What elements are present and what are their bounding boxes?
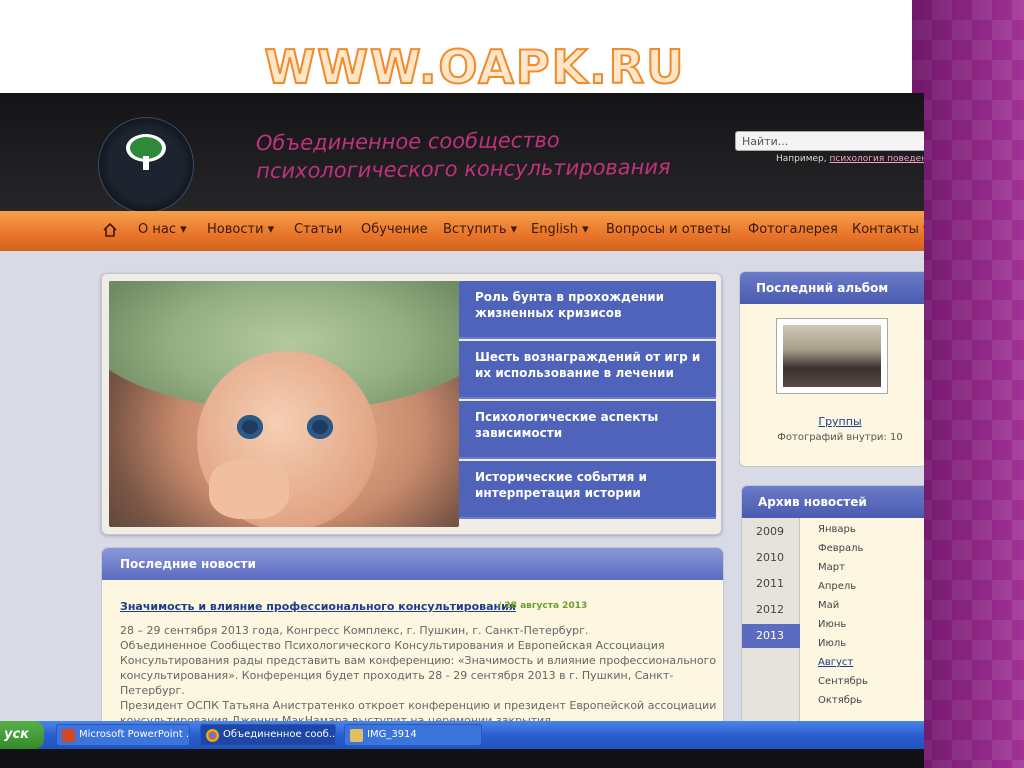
left-eye-shape <box>237 415 263 439</box>
slider-item[interactable]: Роль бунта в прохождении жизненных кризи… <box>459 281 716 339</box>
slider-titles: Роль бунта в прохождении жизненных кризи… <box>459 281 716 521</box>
monitor-bezel <box>0 749 924 768</box>
right-eye-shape <box>307 415 333 439</box>
slider-item[interactable]: Шесть вознаграждений от игр и их использ… <box>459 341 716 399</box>
photographed-screen: Объединенное сообщество психологического… <box>0 93 924 768</box>
page-content: Роль бунта в прохождении жизненных кризи… <box>0 251 924 737</box>
news-line: Консультирования рады представить вам ко… <box>120 654 717 667</box>
menu-item-contacts[interactable]: Контакты ▾ <box>852 222 924 237</box>
album-link[interactable]: Группы <box>740 415 924 428</box>
archive-year-active[interactable]: 2013 <box>742 624 800 648</box>
home-icon[interactable] <box>102 222 118 238</box>
slider-item[interactable]: Психологические аспекты зависимости <box>459 401 716 459</box>
news-archive-heading: Архив новостей <box>742 486 924 518</box>
news-line: Президент ОСПК Татьяна Анистратенко откр… <box>120 699 717 712</box>
site-title-line-1: Объединенное сообщество <box>255 127 560 156</box>
album-thumbnail[interactable] <box>776 318 888 394</box>
news-line: 28 – 29 сентября 2013 года, Конгресс Ком… <box>120 624 589 637</box>
taskbar-powerpoint[interactable]: Microsoft PowerPoint ... <box>56 724 190 746</box>
news-line: консультирования». Конференция будет про… <box>120 669 674 682</box>
archive-month-active[interactable]: Август <box>818 657 853 668</box>
powerpoint-icon <box>62 729 75 742</box>
menu-item-faq[interactable]: Вопросы и ответы <box>606 222 731 237</box>
taskbar-browser[interactable]: Объединенное сооб... <box>200 724 336 746</box>
site-header: Объединенное сообщество психологического… <box>0 93 924 213</box>
task-label: Объединенное сооб... <box>223 729 336 740</box>
archive-year[interactable]: 2012 <box>742 598 800 622</box>
baby-photo[interactable] <box>109 281 459 527</box>
task-label: Microsoft PowerPoint ... <box>79 729 190 740</box>
slide-title: WWW.OAPK.RU <box>263 39 686 95</box>
menu-item-join[interactable]: Вступить ▾ <box>443 222 517 237</box>
site-title-line-2: психологического консультирования <box>256 154 671 184</box>
archive-year[interactable]: 2010 <box>742 546 800 570</box>
latest-album-heading: Последний альбом <box>740 272 924 304</box>
menu-item-education[interactable]: Обучение <box>361 222 428 237</box>
album-photo-image <box>783 325 881 387</box>
menu-item-gallery[interactable]: Фотогалерея <box>748 222 838 237</box>
site-logo[interactable] <box>98 117 194 213</box>
news-line: Объединенное Сообщество Психологического… <box>120 639 665 652</box>
archive-month[interactable]: Май <box>818 600 839 611</box>
news-archive-panel: Архив новостей 2009 2010 2011 2012 2013 … <box>741 485 924 725</box>
main-menu: О нас ▾ Новости ▾ Статьи Обучение Вступи… <box>0 211 924 251</box>
archive-year[interactable]: 2009 <box>742 520 800 544</box>
news-item-text: 28 – 29 сентября 2013 года, Конгресс Ком… <box>120 623 717 728</box>
site-title: Объединенное сообщество психологического… <box>256 125 671 185</box>
archive-month[interactable]: Март <box>818 562 845 573</box>
folder-icon <box>350 729 363 742</box>
tree-icon <box>126 134 166 170</box>
archive-month[interactable]: Апрель <box>818 581 856 592</box>
archive-month[interactable]: Февраль <box>818 543 863 554</box>
menu-item-about[interactable]: О нас ▾ <box>138 222 187 237</box>
task-label: IMG_3914 <box>367 729 417 740</box>
taskbar-image[interactable]: IMG_3914 <box>344 724 482 746</box>
search-example-prefix: Например, <box>776 154 830 164</box>
archive-month[interactable]: Июль <box>818 638 846 649</box>
news-item-link[interactable]: Значимость и влияние профессионального к… <box>120 600 516 613</box>
featured-slider: Роль бунта в прохождении жизненных кризи… <box>101 273 722 535</box>
latest-album-panel: Последний альбом Группы Фотографий внутр… <box>739 271 924 467</box>
windows-taskbar: уск Microsoft PowerPoint ... Объединенно… <box>0 721 924 749</box>
album-photo-count: Фотографий внутри: 10 <box>777 432 903 443</box>
menu-item-news[interactable]: Новости ▾ <box>207 222 274 237</box>
menu-item-articles[interactable]: Статьи <box>294 222 342 237</box>
chrome-icon <box>206 729 219 742</box>
start-button[interactable]: уск <box>0 721 44 749</box>
slider-item[interactable]: Исторические события и интерпретация ист… <box>459 461 716 519</box>
archive-years: 2009 2010 2011 2012 2013 <box>742 518 800 724</box>
news-line: Петербург. <box>120 684 185 697</box>
archive-month[interactable]: Октябрь <box>818 695 862 706</box>
menu-item-english[interactable]: English ▾ <box>531 222 589 237</box>
search-example: Например, психология поведения <box>776 154 924 164</box>
latest-news-panel: Последние новости Значимость и влияние п… <box>101 547 724 737</box>
search-example-link[interactable]: психология поведения <box>830 154 925 164</box>
hand-shape <box>209 459 289 519</box>
latest-news-heading: Последние новости <box>102 548 723 580</box>
purple-diamond-decoration <box>912 0 1024 768</box>
archive-month[interactable]: Сентябрь <box>818 676 868 687</box>
news-item-date: / 28 августа 2013 <box>498 601 588 611</box>
archive-month[interactable]: Январь <box>818 524 856 535</box>
search-input[interactable]: Найти... <box>735 131 924 151</box>
archive-month[interactable]: Июнь <box>818 619 846 630</box>
archive-year[interactable]: 2011 <box>742 572 800 596</box>
